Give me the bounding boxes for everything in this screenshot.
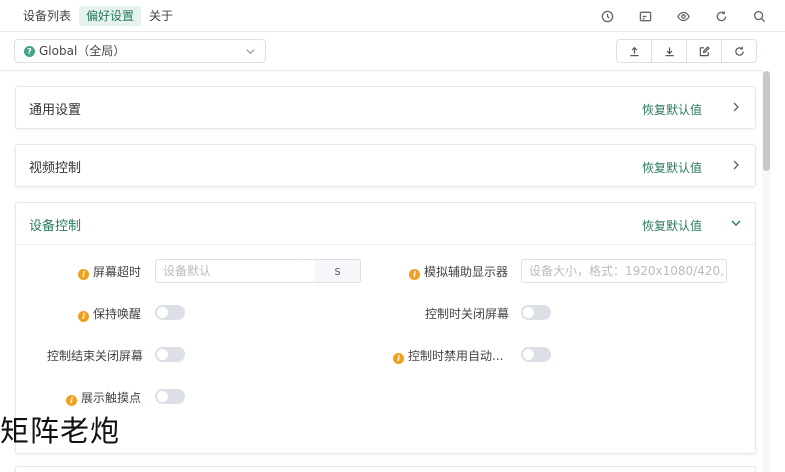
tab-about[interactable]: 关于 (142, 6, 180, 26)
chevron-right-icon[interactable] (730, 101, 742, 113)
panel-video-control: 视频控制 恢复默认值 (15, 144, 756, 187)
info-icon: i (409, 269, 420, 280)
search-icon[interactable] (751, 8, 767, 24)
panel-device-control-header[interactable]: 设备控制 恢复默认值 (16, 203, 755, 244)
watermark-text: 矩阵老炮 (0, 414, 121, 448)
restore-defaults-link[interactable]: 恢复默认值 (642, 159, 702, 176)
restore-defaults-link[interactable]: 恢复默认值 (642, 217, 702, 234)
panel-next (15, 466, 756, 472)
virtual-display-input[interactable]: 设备大小，格式：1920x1080/420, (521, 259, 727, 283)
config-action-group (616, 39, 757, 63)
chevron-down-icon (245, 46, 256, 57)
eye-icon[interactable] (675, 8, 691, 24)
turn-screen-off-toggle[interactable] (521, 305, 551, 320)
panel-device-control: 设备控制 恢复默认值 (15, 202, 756, 454)
tab-device-list[interactable]: 设备列表 (16, 6, 78, 26)
info-icon: i (66, 395, 77, 406)
panel-body-divider (16, 244, 755, 245)
screen-timeout-input[interactable]: 设备默认 (155, 259, 316, 283)
info-icon: i (78, 269, 89, 280)
edit-button[interactable] (687, 40, 722, 62)
screen-timeout-unit: s (315, 259, 361, 283)
restore-defaults-link[interactable]: 恢复默认值 (642, 101, 702, 118)
disable-auto-toggle[interactable] (521, 347, 551, 362)
stay-awake-toggle[interactable] (155, 305, 185, 320)
question-icon: ? (24, 46, 35, 57)
disable-auto-label: i 控制时禁用自动... (393, 347, 503, 364)
clock-icon[interactable] (599, 8, 615, 24)
panel-general-settings: 通用设置 恢复默认值 (15, 86, 756, 129)
scrollbar-thumb[interactable] (763, 71, 770, 171)
power-off-on-close-label: 控制结束关闭屏幕 (47, 349, 144, 363)
scope-select-value: Global（全局） (39, 44, 126, 58)
virtual-display-label: i 模拟辅助显示器 (409, 263, 508, 280)
panel-title: 设备控制 (29, 219, 82, 234)
top-nav-bar: 设备列表 偏好设置 关于 (0, 0, 785, 32)
edit-icon (699, 45, 710, 56)
screen-timeout-label: i 屏幕超时 (78, 263, 141, 280)
refresh-icon[interactable] (713, 8, 729, 24)
tab-preferences[interactable]: 偏好设置 (79, 6, 142, 26)
toolbar-divider (0, 70, 762, 71)
upload-icon (629, 46, 639, 56)
panel-video-control-header[interactable]: 视频控制 恢复默认值 (16, 145, 755, 186)
show-touches-label: i 展示触摸点 (66, 389, 141, 406)
reset-button[interactable] (722, 40, 756, 62)
power-off-on-close-toggle[interactable] (155, 347, 185, 362)
screen-cast-icon[interactable] (637, 8, 653, 24)
panel-title: 视频控制 (29, 161, 82, 176)
chevron-down-icon[interactable] (730, 217, 742, 229)
show-touches-toggle[interactable] (155, 389, 185, 404)
info-icon: i (393, 353, 404, 364)
turn-screen-off-label: 控制时关闭屏幕 (425, 307, 510, 321)
stay-awake-label: i 保持唤醒 (78, 305, 141, 322)
panel-general-settings-header[interactable]: 通用设置 恢复默认值 (16, 87, 755, 128)
panel-title: 通用设置 (29, 103, 82, 118)
chevron-right-icon[interactable] (730, 159, 742, 171)
download-button[interactable] (652, 40, 687, 62)
reset-icon (734, 46, 744, 56)
info-icon: i (78, 311, 89, 322)
scope-select[interactable]: ? Global（全局） (14, 39, 266, 63)
download-icon (664, 46, 674, 56)
upload-button[interactable] (617, 40, 652, 62)
